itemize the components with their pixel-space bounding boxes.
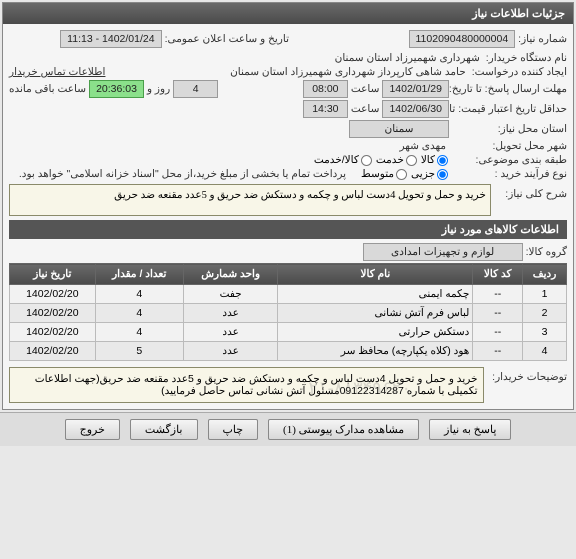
th-qty: تعداد / مقدار	[95, 264, 183, 285]
cell-idx: 2	[523, 304, 567, 323]
buyer-note-text: خرید و حمل و تحویل 4دست لباس و چکمه و دس…	[9, 367, 484, 403]
items-table: ردیف کد کالا نام کالا واحد شمارش تعداد /…	[9, 263, 567, 361]
cell-unit: جفت	[183, 285, 278, 304]
deadline-label: مهلت ارسال پاسخ: تا تاریخ:	[452, 83, 567, 95]
cell-name: چکمه ایمنی	[278, 285, 473, 304]
announce-value: 1402/01/24 - 11:13	[60, 30, 161, 48]
hour-label-2: ساعت	[351, 103, 380, 115]
need-no-label: شماره نیاز:	[518, 33, 567, 45]
cell-qty: 4	[95, 304, 183, 323]
day-label: روز و	[147, 83, 170, 95]
group-value: لوازم و تجهیزات امدادی	[363, 243, 523, 261]
buyer-org-value: شهرداری شهمیرزاد استان سمنان	[9, 52, 483, 64]
back-button[interactable]: بازگشت	[130, 419, 198, 440]
announce-label: تاریخ و ساعت اعلان عمومی:	[165, 33, 289, 45]
deadline-day: 4	[173, 80, 218, 98]
cell-idx: 4	[523, 342, 567, 361]
need-place-label: استان محل نیاز:	[452, 123, 567, 135]
requester-value: حامد شاهی کارپرداز شهرداری شهمیرزاد استا…	[227, 66, 469, 78]
cell-code: --	[473, 342, 523, 361]
radio-kalakhadamat-label: کالا/خدمت	[314, 154, 359, 166]
th-date: تاریخ نیاز	[10, 264, 96, 285]
cell-idx: 3	[523, 323, 567, 342]
print-button[interactable]: چاپ	[208, 419, 259, 440]
time-remaining: 20:36:03	[89, 80, 144, 98]
need-no-value: 1102090480000004	[409, 30, 516, 48]
cell-name: لباس فرم آتش نشانی	[278, 304, 473, 323]
radio-khadamat-label: خدمت	[376, 154, 404, 166]
buyer-notes-label: توضیحات خریدار:	[487, 367, 567, 383]
main-panel: جزئیات اطلاعات نیاز شماره نیاز: 11020904…	[2, 2, 574, 410]
th-code: کد کالا	[473, 264, 523, 285]
cell-name: هود (کلاه یکپارچه) محافظ سر	[278, 342, 473, 361]
cell-unit: عدد	[183, 342, 278, 361]
respond-button[interactable]: پاسخ به نیاز	[429, 419, 511, 440]
panel-title: جزئیات اطلاعات نیاز	[3, 3, 573, 24]
th-idx: ردیف	[523, 264, 567, 285]
cell-unit: عدد	[183, 304, 278, 323]
cell-qty: 4	[95, 323, 183, 342]
cell-qty: 5	[95, 342, 183, 361]
radio-motavaset-label: متوسط	[361, 168, 394, 180]
cell-name: دستکش حرارتی	[278, 323, 473, 342]
cell-code: --	[473, 323, 523, 342]
process-note: پرداخت تمام یا بخشی از مبلغ خرید،از محل …	[16, 168, 349, 180]
th-name: نام کالا	[278, 264, 473, 285]
deliver-city-label: شهر محل تحویل:	[452, 140, 567, 152]
cell-date: 1402/02/20	[10, 323, 96, 342]
remain-label: ساعت باقی مانده	[9, 83, 86, 95]
cell-date: 1402/02/20	[10, 342, 96, 361]
attachments-button[interactable]: مشاهده مدارک پیوستی (1)	[268, 419, 419, 440]
sharh-label: شرح کلی نیاز:	[494, 184, 567, 200]
radio-motavaset[interactable]	[396, 169, 407, 180]
table-row[interactable]: 4--هود (کلاه یکپارچه) محافظ سرعدد51402/0…	[10, 342, 567, 361]
footer-buttons: پاسخ به نیاز مشاهده مدارک پیوستی (1) چاپ…	[0, 412, 576, 446]
radio-kala[interactable]	[437, 155, 448, 166]
group-label: گروه کالا:	[526, 246, 567, 258]
th-unit: واحد شمارش	[183, 264, 278, 285]
cell-date: 1402/02/20	[10, 304, 96, 323]
radio-kalakhadamat[interactable]	[361, 155, 372, 166]
deadline-date: 1402/01/29	[382, 80, 449, 98]
radio-jozi[interactable]	[437, 169, 448, 180]
validity-date: 1402/06/30	[382, 100, 449, 118]
cell-code: --	[473, 304, 523, 323]
validity-time: 14:30	[303, 100, 348, 118]
radio-khadamat[interactable]	[406, 155, 417, 166]
process-label: نوع فرآیند خرید :	[452, 168, 567, 180]
table-row[interactable]: 1--چکمه ایمنیجفت41402/02/20	[10, 285, 567, 304]
cell-date: 1402/02/20	[10, 285, 96, 304]
cell-unit: عدد	[183, 323, 278, 342]
buyer-contact-link[interactable]: اطلاعات تماس خریدار	[9, 66, 105, 78]
buyer-org-label: نام دستگاه خریدار:	[486, 52, 567, 64]
validity-label: حداقل تاریخ اعتبار قیمت: تا تاریخ:	[452, 103, 567, 115]
cell-qty: 4	[95, 285, 183, 304]
table-row[interactable]: 3--دستکش حرارتیعدد41402/02/20	[10, 323, 567, 342]
category-label: طبقه بندی موضوعی:	[452, 154, 567, 166]
deliver-city-value: مهدی شهر	[396, 140, 449, 152]
items-header: اطلاعات کالاهای مورد نیاز	[9, 220, 567, 239]
radio-kala-label: کالا	[421, 154, 435, 166]
radio-jozi-label: جزیی	[411, 168, 435, 180]
need-place-value: سمنان	[349, 120, 449, 138]
exit-button[interactable]: خروج	[65, 419, 120, 440]
requester-label: ایجاد کننده درخواست:	[472, 66, 567, 78]
hour-label-1: ساعت	[351, 83, 380, 95]
table-row[interactable]: 2--لباس فرم آتش نشانیعدد41402/02/20	[10, 304, 567, 323]
cell-idx: 1	[523, 285, 567, 304]
sharh-text[interactable]	[9, 184, 491, 216]
cell-code: --	[473, 285, 523, 304]
deadline-time: 08:00	[303, 80, 348, 98]
